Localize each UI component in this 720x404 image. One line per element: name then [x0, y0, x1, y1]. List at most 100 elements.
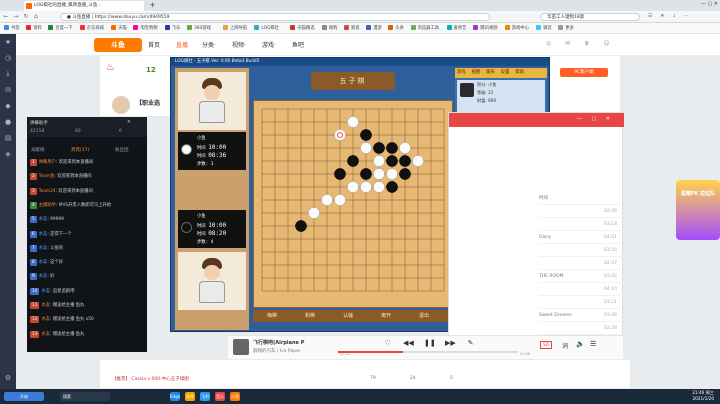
chat-message[interactable]: 8 水友: 这个好 — [30, 259, 63, 267]
bookmark-item[interactable]: 漫游 — [366, 25, 382, 32]
close-icon[interactable]: ✕ — [127, 120, 131, 125]
chat-message[interactable]: 11 水友: 赠送给主播 鱼丸 — [30, 302, 84, 309]
track-row[interactable]: 02:37 — [539, 258, 621, 270]
game-menu-item[interactable]: 帮助 — [515, 70, 524, 75]
nav-item[interactable]: 视频· — [232, 40, 246, 49]
song-artist[interactable]: 薛翔的汽车 / Ice Paper — [253, 348, 301, 354]
game-menu-item[interactable]: 游戏 — [457, 70, 466, 75]
chat-username[interactable]: Team24 — [39, 189, 56, 194]
chat-username[interactable]: 水友 — [39, 217, 48, 222]
bookmark-item[interactable]: 淘宝购物 — [133, 25, 158, 32]
back-button[interactable]: ← — [2, 13, 10, 21]
bookmark-item[interactable]: 头条 — [388, 25, 404, 32]
taskbar-item[interactable]: 音乐 — [215, 392, 225, 401]
track-row[interactable]: Sweet Dreams 03:46 — [539, 310, 621, 322]
search-input[interactable]: 华苗工人理物18第 — [540, 13, 640, 21]
bookmark-item[interactable]: 天猫精选 — [290, 25, 315, 32]
note-icon[interactable]: ▤ — [4, 134, 12, 142]
bookmark-item[interactable]: 浏览器工具 — [410, 25, 439, 32]
volume-icon[interactable]: 🔈 — [576, 340, 585, 348]
comment-button[interactable]: ✎ — [466, 339, 475, 348]
nav-item[interactable]: 分类· — [202, 40, 216, 49]
recommend-text[interactable]: 【推荐】 Cassia.v 000-中心五子棋图 — [112, 376, 189, 382]
bookmark-item[interactable]: 更多 — [558, 25, 574, 32]
chat-username[interactable]: 水友 — [41, 289, 50, 294]
anchor-avatar[interactable] — [112, 96, 130, 114]
browser-tab[interactable]: LOG棋社的直播_棋牌直播_斗鱼... — [24, 1, 144, 11]
shop-icon[interactable]: ◈ — [4, 150, 12, 158]
bookmark-item[interactable]: 微云 — [536, 25, 552, 32]
window-controls[interactable]: — ▢ ✕ — [577, 116, 614, 122]
game-icon[interactable]: ◆ — [4, 102, 12, 110]
game-menu-item[interactable]: 聊天 — [486, 70, 495, 75]
like-button[interactable]: ♡ — [383, 339, 392, 348]
chat-message[interactable]: 4 主播助手: MVS开黑人数即可马上开始 — [30, 201, 111, 209]
song-title[interactable]: 飞行棋吧(Airplane P — [253, 339, 304, 346]
track-row[interactable]: 03:55 — [539, 245, 621, 257]
lyrics-button[interactable]: 词 — [562, 341, 568, 350]
gomoku-board[interactable] — [253, 100, 453, 308]
star-icon[interactable]: ★ — [4, 38, 12, 46]
taskbar-item[interactable]: Edge — [170, 392, 180, 401]
track-row[interactable]: 02:58 — [539, 323, 621, 335]
promo-banner[interactable]: 星耀PK 拉拉队 — [676, 180, 720, 240]
pc-client-button[interactable]: PC客户端 — [560, 68, 608, 77]
chat-message[interactable]: 13 水友: 赠送给主播 鱼丸 — [30, 330, 84, 338]
board-grid[interactable] — [254, 101, 454, 309]
progress-bar[interactable] — [338, 351, 518, 353]
chat-username[interactable]: Team鱼 — [39, 174, 55, 179]
taskbar-item[interactable]: 斗鱼 — [230, 392, 240, 401]
chat-message[interactable]: 6 水友: 还得下一个 — [30, 230, 72, 238]
bookmark-item[interactable]: 网购 — [321, 25, 337, 32]
new-tab-button[interactable]: + — [148, 1, 157, 10]
nav-item[interactable]: 直播 — [176, 40, 188, 49]
bookmark-item[interactable]: 百度一下 — [48, 25, 73, 32]
nav-item[interactable]: 首页 — [148, 40, 160, 49]
next-button[interactable]: ▶▶ — [445, 339, 456, 348]
track-row[interactable]: THE ROOM 03:42 — [539, 271, 621, 283]
board-action-button[interactable]: 退出 — [419, 312, 429, 319]
bookmark-item[interactable]: 书签 — [4, 25, 20, 32]
pause-button[interactable]: ❚❚ — [424, 339, 436, 348]
bookmark-item[interactable]: 新浪 — [344, 25, 360, 32]
chat-message[interactable]: 9 水友: 好 — [30, 273, 54, 281]
playlist-icon[interactable]: ☰ — [590, 340, 596, 348]
track-row[interactable]: 04:10 — [539, 284, 621, 296]
bookmark-item[interactable]: 360游戏 — [187, 25, 211, 32]
home-button[interactable]: ⌂ — [32, 13, 40, 21]
taskbar-item[interactable]: 搜索 — [60, 392, 110, 401]
extensions-icon[interactable]: ☰ ★ ↓ ⋯ — [648, 13, 712, 21]
chat-message[interactable]: 5 水友: 99999 — [30, 216, 64, 224]
game-menu-item[interactable]: 视图 — [472, 70, 481, 75]
chat-username[interactable]: 水友 — [39, 260, 48, 265]
nav-item[interactable]: 鱼吧 — [292, 40, 304, 49]
quality-badge[interactable]: SQ — [540, 341, 552, 349]
chat-username[interactable]: 水友 — [41, 303, 50, 308]
bookmark-item[interactable]: 上网导航 — [223, 25, 247, 32]
track-row[interactable]: Glory 04:01 — [539, 232, 621, 244]
forward-button[interactable]: → — [12, 13, 20, 21]
chat-username[interactable]: 水友 — [39, 232, 48, 237]
chat-icon[interactable]: ● — [4, 118, 12, 126]
address-input[interactable]: ● 斗鱼直播 | https://www.douyu.com/4949559 — [60, 13, 490, 21]
chat-message[interactable]: 10 水友: 追星追剧吧 — [30, 287, 74, 295]
nav-item[interactable]: 游戏· — [262, 40, 276, 49]
game-menu-item[interactable]: 设置 — [501, 70, 510, 75]
bookmark-item[interactable]: 腾讯视频 — [473, 25, 498, 32]
douyu-logo[interactable]: 斗鱼 — [94, 38, 142, 52]
bookmark-item[interactable]: 爱奇艺 — [446, 25, 466, 32]
taskbar-item[interactable]: 飞书 — [200, 392, 210, 401]
track-row[interactable]: 03:18 — [539, 219, 621, 231]
download-icon[interactable]: ↓ — [4, 70, 12, 78]
chat-username[interactable]: 主播助手 — [39, 203, 56, 208]
track-row[interactable]: 03:21 — [539, 297, 621, 309]
chat-message[interactable]: 1 弹幕用户: 欢迎来到本直播间 — [30, 159, 93, 166]
chat-username[interactable]: 水友 — [41, 317, 50, 322]
chat-username[interactable]: 水友 — [39, 274, 48, 279]
tab-fans[interactable]: 粉丝团 — [115, 147, 129, 153]
board-action-button[interactable]: 悔棋 — [267, 312, 277, 319]
track-row[interactable]: 时间 — [539, 193, 621, 205]
bookmark-item[interactable]: 飞乐 — [164, 25, 180, 32]
chat-username[interactable]: 水友 — [41, 332, 50, 337]
chat-message[interactable]: 12 水友: 赠送给主播 鱼丸 x50 — [30, 316, 94, 324]
